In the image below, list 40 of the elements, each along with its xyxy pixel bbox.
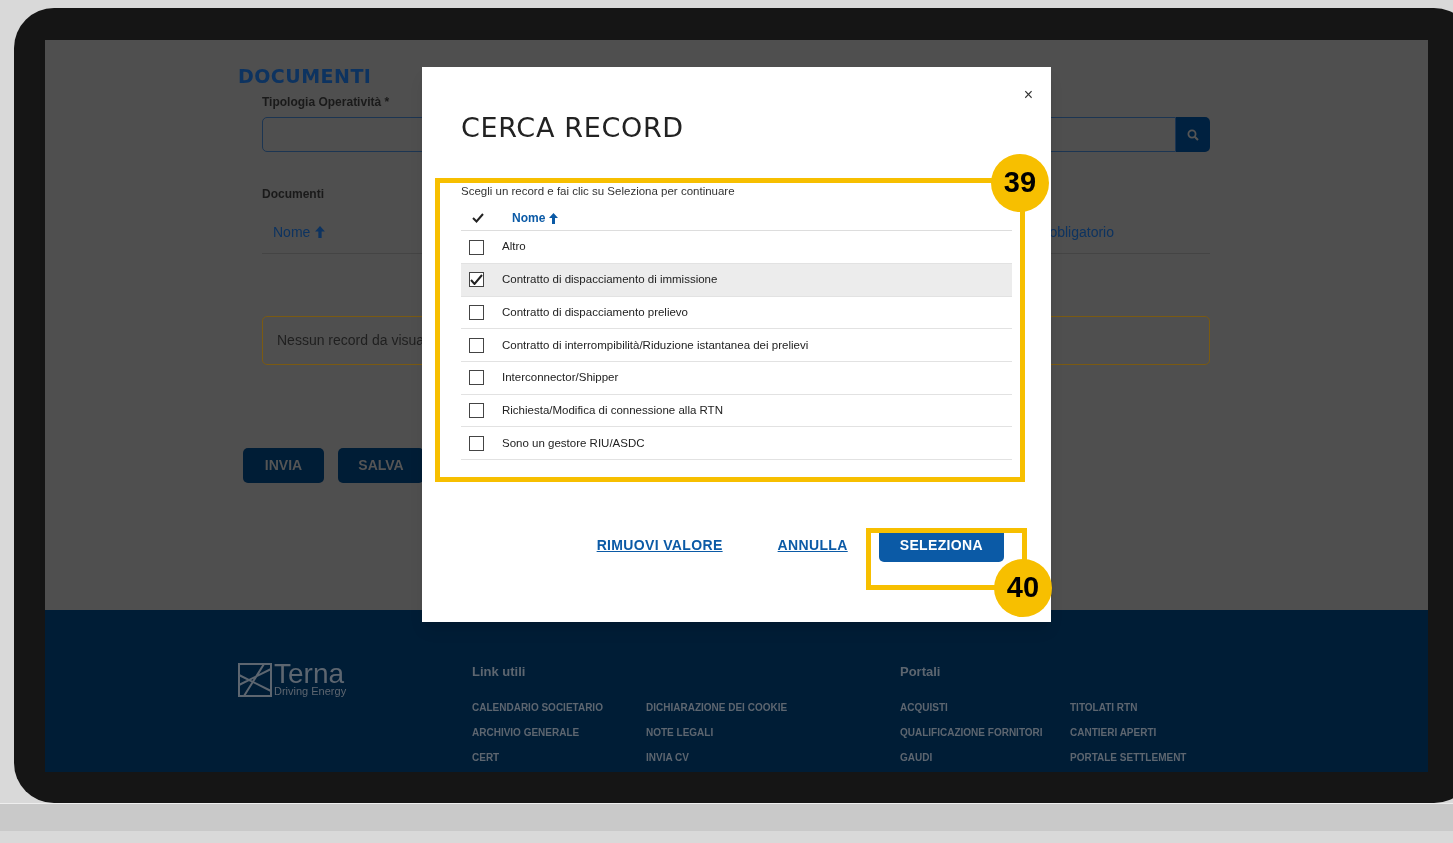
logo-icon <box>238 662 272 697</box>
footer-link[interactable]: QUALIFICAZIONE FORNITORI <box>900 725 1043 740</box>
action-button[interactable]: SALVA <box>338 448 424 483</box>
search-icon <box>1187 128 1199 141</box>
footer-link[interactable]: DICHIARAZIONE DEI COOKIE <box>646 700 788 715</box>
sort-arrow-icon <box>549 212 559 224</box>
action-link[interactable]: RIMUOVI VALORE <box>596 534 723 556</box>
checkbox[interactable] <box>469 239 484 255</box>
checkbox[interactable] <box>469 403 484 419</box>
column-header[interactable]: obligatorio <box>1049 221 1114 243</box>
footer-link[interactable]: ACQUISTI <box>900 700 948 715</box>
footer-link[interactable]: INVIA CV <box>646 750 689 765</box>
action-button[interactable]: INVIA <box>243 448 324 483</box>
logo-name: Terna <box>274 662 345 686</box>
footer-link[interactable]: NOTE LEGALI <box>646 725 714 740</box>
footer-link[interactable]: GAUDI <box>900 750 933 765</box>
footer-link[interactable]: PORTALE SETTLEMENT <box>1070 750 1187 765</box>
footer-link[interactable]: CALENDARIO SOCIETARIO <box>472 700 603 715</box>
checkbox[interactable] <box>469 304 484 320</box>
footer-link[interactable]: CANTIERI APERTI <box>1070 725 1157 740</box>
page-title: DOCUMENTI <box>238 64 372 88</box>
footer-heading: Link utili <box>472 663 526 681</box>
logo-tagline: Driving Energy <box>274 686 347 697</box>
footer-heading: Portali <box>900 663 941 681</box>
checkbox[interactable] <box>469 337 484 353</box>
sort-arrow-icon <box>315 226 326 238</box>
footer-link[interactable]: ARCHIVIO GENERALE <box>472 725 580 740</box>
checkbox[interactable] <box>469 272 484 288</box>
action-link[interactable]: ANNULLA <box>777 534 848 556</box>
list-row[interactable]: Contratto di dispacciamento di immissione <box>461 263 1012 297</box>
footer-link[interactable]: TITOLATI RTN <box>1070 700 1138 715</box>
close-button[interactable]: × <box>1023 83 1033 107</box>
footer-link[interactable]: CERT <box>472 750 500 765</box>
column-header[interactable]: Nome <box>273 221 311 243</box>
check-icon <box>472 213 484 224</box>
checkbox[interactable] <box>469 435 484 451</box>
checkbox[interactable] <box>469 370 484 386</box>
instruction-text: Scegli un record e fai clic su Seleziona per continuare <box>461 184 735 199</box>
column-header[interactable]: Nome <box>512 209 546 228</box>
modal-title: CERCA RECORD <box>461 111 684 145</box>
